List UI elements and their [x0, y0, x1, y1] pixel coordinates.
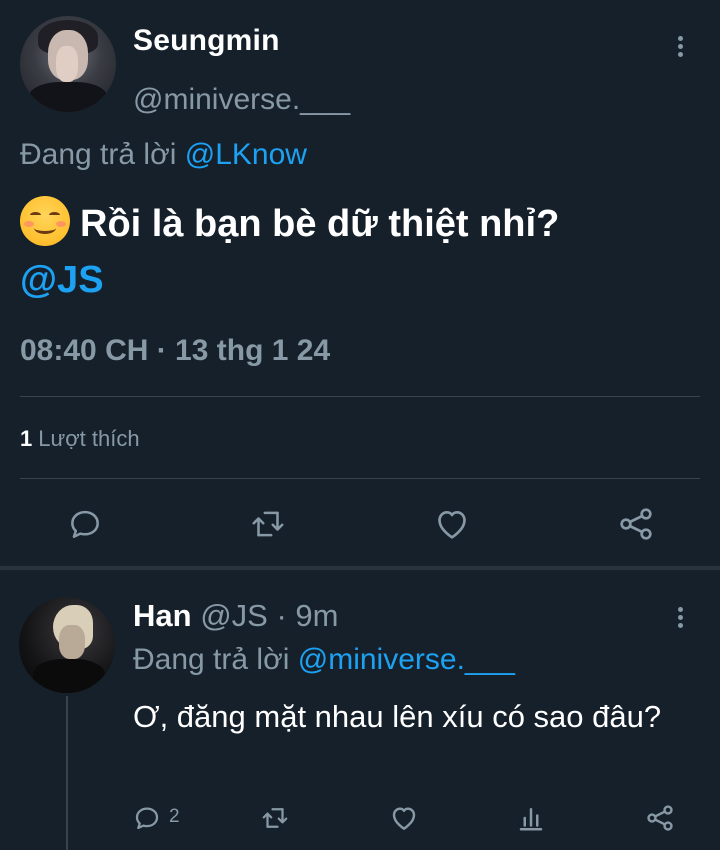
tweet-text: Ơ, đăng mặt nhau lên xíu có sao đâu?: [133, 699, 662, 734]
likes-stat[interactable]: 1 Lượt thích: [20, 426, 140, 452]
likes-count: 1: [20, 426, 33, 451]
replying-to-label: Đang trả lời: [20, 138, 177, 171]
tweet-text: Rồi là bạn bè dữ thiệt nhỉ? @JS: [20, 196, 700, 308]
avatar[interactable]: [20, 16, 116, 112]
replying-to: Đang trả lời @miniverse.___: [133, 643, 515, 677]
main-tweet: Seungmin @miniverse.___ Đang trả lời @LK…: [0, 0, 720, 568]
tweet-body: Rồi là bạn bè dữ thiệt nhỉ?: [80, 203, 560, 245]
user-handle-time[interactable]: @JS · 9m: [200, 598, 338, 633]
mention-link[interactable]: @JS: [20, 259, 104, 301]
user-handle[interactable]: @miniverse.___: [133, 83, 350, 117]
likes-label: Lượt thích: [38, 426, 140, 451]
reply-icon[interactable]: [66, 505, 104, 543]
tweet-timestamp[interactable]: 08:40 CH · 13 thg 1 24: [20, 334, 330, 368]
analytics-icon[interactable]: [516, 803, 546, 833]
more-options-icon[interactable]: [670, 31, 690, 61]
like-icon[interactable]: [432, 504, 472, 544]
mention-link[interactable]: @LKnow: [185, 138, 307, 171]
replying-to: Đang trả lời @LKnow: [20, 138, 307, 172]
more-options-icon[interactable]: [670, 602, 690, 632]
share-icon[interactable]: [616, 504, 656, 544]
retweet-icon[interactable]: [259, 803, 291, 833]
mention-link[interactable]: @miniverse.___: [298, 643, 515, 676]
reply-count: 2: [169, 806, 180, 827]
replying-to-label: Đang trả lời: [133, 643, 290, 676]
reply-icon[interactable]: [132, 803, 162, 833]
thread-line: [66, 696, 68, 850]
reply-tweet-header: Han @JS · 9m: [133, 598, 338, 634]
smiling-face-emoji-icon: [20, 196, 70, 246]
divider: [20, 396, 700, 397]
section-separator: [0, 566, 720, 570]
display-name[interactable]: Seungmin: [133, 24, 280, 58]
divider: [20, 478, 700, 479]
avatar[interactable]: [19, 597, 115, 693]
display-name[interactable]: Han: [133, 598, 192, 633]
share-icon[interactable]: [644, 802, 676, 834]
like-icon[interactable]: [388, 802, 420, 834]
retweet-icon[interactable]: [248, 505, 288, 543]
